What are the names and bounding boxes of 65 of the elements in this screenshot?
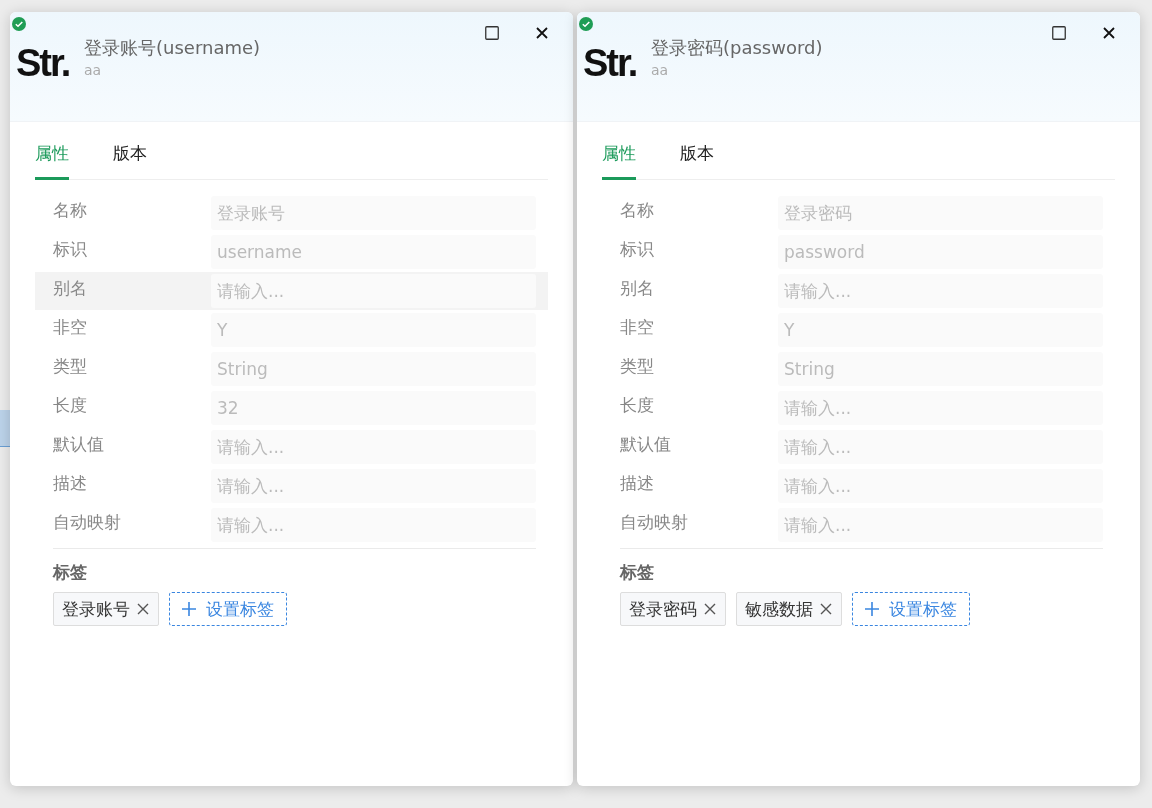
input-field[interactable]: 登录密码	[778, 196, 1103, 230]
list-row-edge	[0, 410, 10, 447]
maximize-icon	[1052, 26, 1066, 40]
panel-subtitle: aa	[651, 62, 670, 78]
tab[interactable]: 版本	[680, 142, 714, 180]
input-field[interactable]: username	[211, 235, 536, 269]
input-field[interactable]: 请输入...	[778, 391, 1103, 425]
add-tag-button[interactable]: 设置标签	[852, 592, 970, 626]
panel-title: 登录账号(username)	[84, 36, 261, 60]
input-field[interactable]: 登录账号	[211, 196, 536, 230]
tag-label: 登录账号	[62, 597, 130, 621]
field-label: 长度	[53, 393, 88, 417]
input-field[interactable]: password	[778, 235, 1103, 269]
field-label: 默认值	[53, 432, 105, 456]
input-field[interactable]: 请输入...	[778, 274, 1103, 308]
input-field[interactable]: Y	[211, 313, 536, 347]
remove-icon[interactable]	[703, 602, 717, 616]
input-field[interactable]: 请输入...	[211, 508, 536, 542]
field-label: 类型	[620, 354, 655, 378]
input-field[interactable]: 请输入...	[211, 430, 536, 464]
input-field[interactable]: 请输入...	[778, 430, 1103, 464]
check-icon	[12, 17, 26, 31]
panel-title: 登录密码(password)	[651, 36, 823, 60]
tab[interactable]: 版本	[113, 142, 147, 180]
field-label: 默认值	[620, 432, 672, 456]
tag-label: 敏感数据	[745, 597, 813, 621]
check-icon	[579, 17, 593, 31]
close-icon	[536, 27, 548, 39]
panel-subtitle: aa	[84, 62, 103, 78]
remove-icon[interactable]	[819, 602, 833, 616]
remove-icon[interactable]	[136, 602, 150, 616]
field-label: 类型	[53, 354, 88, 378]
field-label: 自动映射	[53, 510, 122, 534]
field-label: 非空	[620, 315, 655, 339]
plus-icon	[865, 602, 879, 616]
input-field[interactable]: 请输入...	[211, 469, 536, 503]
field-label: 别名	[620, 276, 655, 300]
field-label: 自动映射	[620, 510, 689, 534]
field-label: 标识	[53, 237, 88, 261]
input-field[interactable]: 32	[211, 391, 536, 425]
field-label: 名称	[53, 198, 88, 222]
field-label: 非空	[53, 315, 88, 339]
input-field[interactable]: 请输入...	[778, 508, 1103, 542]
logo: Str.	[583, 42, 638, 85]
field-label: 描述	[620, 471, 655, 495]
maximize-icon	[485, 26, 499, 40]
input-field[interactable]: 请输入...	[211, 274, 536, 308]
section-heading: 标签	[620, 561, 655, 584]
tag-label: 登录密码	[629, 597, 697, 621]
input-field[interactable]: String	[211, 352, 536, 386]
tab[interactable]: 属性	[602, 142, 636, 180]
input-field[interactable]: String	[778, 352, 1103, 386]
tab[interactable]: 属性	[35, 142, 69, 180]
add-tag-button[interactable]: 设置标签	[169, 592, 287, 626]
field-label: 名称	[620, 198, 655, 222]
field-label: 描述	[53, 471, 88, 495]
close-icon	[1103, 27, 1115, 39]
section-heading: 标签	[53, 561, 88, 584]
field-label: 长度	[620, 393, 655, 417]
input-field[interactable]: 请输入...	[778, 469, 1103, 503]
field-label: 别名	[53, 276, 88, 300]
logo: Str.	[16, 42, 71, 85]
plus-icon	[182, 602, 196, 616]
field-label: 标识	[620, 237, 655, 261]
input-field[interactable]: Y	[778, 313, 1103, 347]
